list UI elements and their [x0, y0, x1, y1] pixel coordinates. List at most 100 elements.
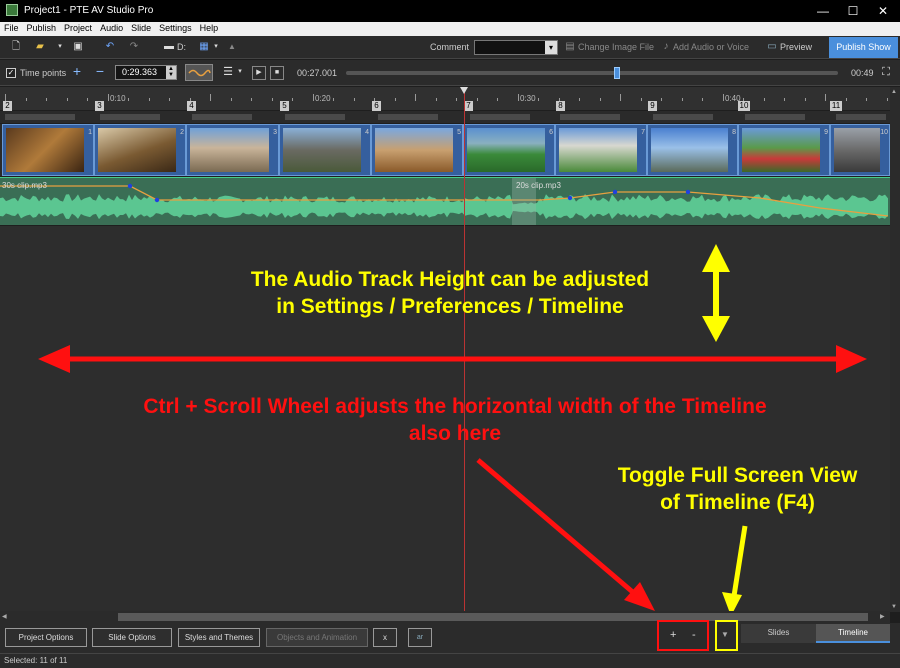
ruler-time-label: 0:20 — [315, 94, 331, 103]
publish-show-button[interactable]: Publish Show — [829, 37, 898, 58]
scroll-right-icon[interactable]: ▶ — [880, 613, 885, 620]
save-icon[interactable]: ▣ — [72, 41, 84, 53]
ruler-slide-number[interactable]: 3 — [95, 101, 104, 111]
slide-duration-bar[interactable] — [470, 114, 530, 120]
menu-audio[interactable]: Audio — [96, 22, 127, 33]
screen-dropdown-icon[interactable]: ▾ — [210, 41, 222, 53]
menu-publish[interactable]: Publish — [23, 22, 61, 33]
ar-icon[interactable]: ar — [408, 628, 432, 647]
slide-thumbnail[interactable]: 4 — [279, 124, 371, 176]
preview-button[interactable]: Preview — [780, 42, 812, 52]
menu-file[interactable]: File — [0, 22, 23, 33]
slide-duration-bar[interactable] — [100, 114, 160, 120]
comment-dropdown-icon[interactable]: ▾ — [545, 41, 557, 54]
change-image-icon[interactable]: ▤ — [564, 41, 576, 53]
tab-timeline[interactable]: Timeline — [816, 624, 890, 643]
list-menu-icon[interactable]: ☰ — [222, 66, 234, 78]
slide-duration-bar[interactable] — [378, 114, 438, 120]
add-time-point-icon[interactable]: + — [71, 64, 83, 78]
vertical-scrollbar[interactable]: ▲ ▼ — [890, 87, 900, 612]
fullscreen-preview-icon[interactable]: ⛶ — [880, 66, 892, 78]
change-image-button[interactable]: Change Image File — [578, 42, 654, 52]
tab-slides[interactable]: Slides — [741, 624, 816, 643]
x-button[interactable]: x — [373, 628, 397, 647]
preview-icon[interactable]: ▭ — [766, 41, 778, 53]
menu-slide[interactable]: Slide — [127, 22, 155, 33]
timeline-ruler[interactable] — [0, 87, 890, 110]
ruler-slide-number[interactable]: 10 — [738, 101, 750, 111]
slide-thumbnail[interactable]: 7 — [555, 124, 647, 176]
stop-button[interactable]: ■ — [270, 66, 284, 80]
ruler-tick — [5, 94, 6, 101]
horizontal-scrollbar-thumb[interactable] — [118, 613, 868, 621]
drive-icon[interactable]: ▬ — [163, 41, 175, 53]
ruler-slide-number[interactable]: 2 — [3, 101, 12, 111]
ruler-slide-number[interactable]: 6 — [372, 101, 381, 111]
ruler-tick — [394, 98, 396, 101]
new-file-icon[interactable]: 🗋 — [10, 41, 22, 53]
slide-duration-bar[interactable] — [653, 114, 713, 120]
menu-help[interactable]: Help — [196, 22, 223, 33]
scroll-down-icon[interactable]: ▼ — [891, 604, 897, 610]
styles-themes-button[interactable]: Styles and Themes — [178, 628, 260, 647]
redo-icon[interactable]: ↷ — [128, 41, 140, 53]
drive-label: D: — [177, 42, 186, 52]
minimize-button[interactable]: — — [808, 2, 838, 20]
ruler-slide-number[interactable]: 9 — [648, 101, 657, 111]
menu-settings[interactable]: Settings — [155, 22, 196, 33]
ruler-slide-number[interactable]: 11 — [830, 101, 842, 111]
slide-thumbnail[interactable]: 10 — [830, 124, 890, 176]
slide-duration-bar[interactable] — [285, 114, 345, 120]
ruler-slide-number[interactable]: 8 — [556, 101, 565, 111]
menu-project[interactable]: Project — [60, 22, 96, 33]
screen-icon[interactable]: ▦ — [198, 41, 210, 53]
open-folder-icon[interactable]: ▰ — [34, 41, 46, 53]
time-input[interactable]: 0:29.363 ▲ ▼ — [115, 65, 177, 80]
play-button[interactable]: ▶ — [252, 66, 266, 80]
status-text: Selected: 11 of 11 — [4, 656, 68, 665]
scroll-left-icon[interactable]: ◀ — [2, 613, 7, 620]
ruler-time-label: 0:10 — [110, 94, 126, 103]
ruler-slide-number[interactable]: 7 — [464, 101, 473, 111]
playhead-marker[interactable] — [460, 87, 468, 94]
slide-thumbnail[interactable]: 9 — [738, 124, 830, 176]
annotation-text: also here — [408, 422, 502, 446]
slide-thumbnail[interactable]: 1 — [2, 124, 94, 176]
comment-label: Comment — [430, 42, 470, 52]
undo-icon[interactable]: ↶ — [104, 41, 116, 53]
slide-thumbnail[interactable]: 3 — [186, 124, 279, 176]
slide-duration-bar[interactable] — [745, 114, 805, 120]
slide-thumbnail[interactable]: 8 — [647, 124, 738, 176]
seek-slider-thumb[interactable] — [613, 67, 620, 79]
slide-thumbnail[interactable]: 2 — [94, 124, 186, 176]
audio-track[interactable] — [0, 177, 890, 225]
add-audio-button[interactable]: Add Audio or Voice — [673, 42, 749, 52]
objects-animation-button[interactable]: Objects and Animation — [266, 628, 368, 647]
ruler-slide-number[interactable]: 5 — [280, 101, 289, 111]
ruler-tick — [25, 98, 27, 101]
slide-duration-bar[interactable] — [192, 114, 252, 120]
project-options-button[interactable]: Project Options — [5, 628, 87, 647]
comment-input[interactable]: ▾ — [474, 40, 558, 55]
scroll-up-icon[interactable]: ▲ — [891, 89, 897, 95]
remove-time-point-icon[interactable]: − — [94, 64, 106, 78]
slide-duration-bar[interactable] — [836, 114, 886, 120]
add-audio-icon[interactable]: ♪ — [660, 41, 672, 53]
waveform-toggle-button[interactable] — [185, 64, 213, 81]
slide-options-button[interactable]: Slide Options — [92, 628, 172, 647]
slide-thumbnail[interactable]: 5 — [371, 124, 463, 176]
close-button[interactable]: ✕ — [868, 2, 898, 20]
slide-duration-bar[interactable] — [5, 114, 75, 120]
open-dropdown-icon[interactable]: ▾ — [54, 41, 66, 53]
slide-number: 8 — [732, 129, 736, 136]
list-menu-dropdown-icon[interactable]: ▾ — [234, 66, 246, 78]
seek-slider[interactable] — [346, 71, 838, 75]
slide-thumbnail[interactable]: 6 — [463, 124, 555, 176]
ruler-tick — [415, 94, 416, 101]
ruler-slide-number[interactable]: 4 — [187, 101, 196, 111]
slide-duration-bar[interactable] — [560, 114, 620, 120]
time-points-checkbox[interactable]: ✓ — [6, 68, 16, 78]
up-arrow-icon[interactable]: ▲ — [226, 41, 238, 53]
maximize-button[interactable]: ☐ — [838, 2, 868, 20]
time-spinner-icon[interactable]: ▲ ▼ — [166, 66, 176, 79]
